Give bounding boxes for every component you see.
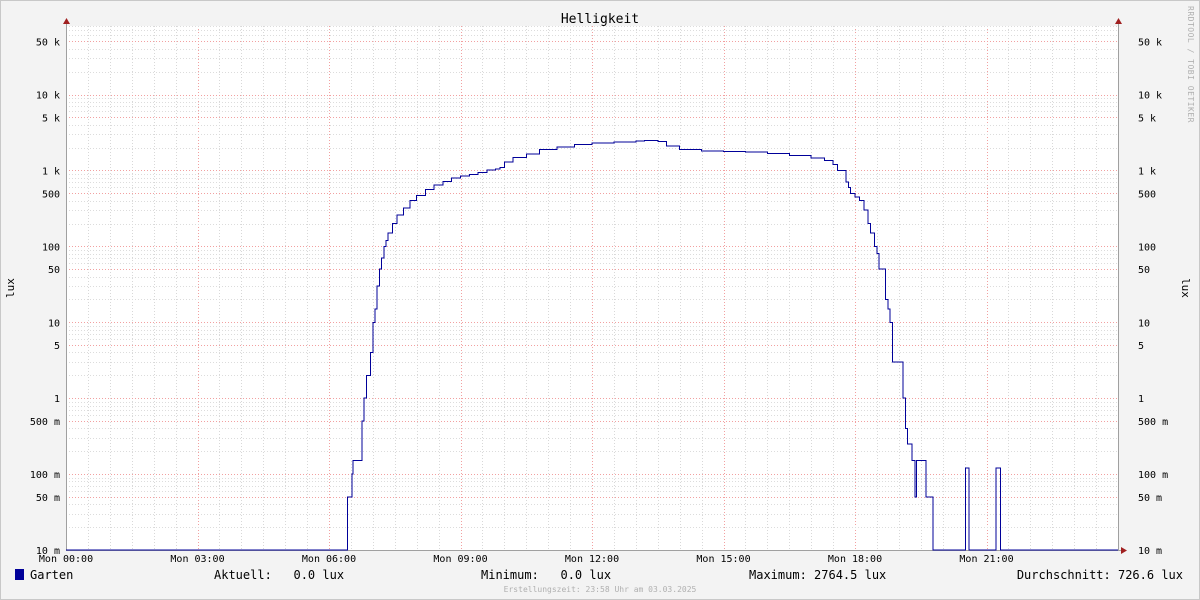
legend-current: Aktuell: 0.0 lux — [214, 568, 344, 582]
legend-series-name: Garten — [30, 568, 73, 582]
y-axis-arrow-left — [63, 18, 70, 24]
y-tick-label-right: 100 m — [1138, 470, 1168, 481]
y-tick-label-left: 500 — [42, 189, 60, 200]
y-axis-label-left: lux — [4, 278, 17, 298]
watermark: RRDTOOL / TOBI OETIKER — [1186, 6, 1195, 123]
legend-average: Durchschnitt: 726.6 lux — [1017, 568, 1183, 582]
y-tick-label-right: 50 m — [1138, 493, 1162, 504]
legend-minimum: Minimum: 0.0 lux — [481, 568, 611, 582]
y-tick-label-right: 10 k — [1138, 91, 1162, 102]
x-tick-label: Mon 15:00 — [696, 554, 750, 565]
x-axis-arrow — [1121, 547, 1127, 554]
x-tick-label: Mon 03:00 — [170, 554, 224, 565]
y-tick-label-right: 500 — [1138, 189, 1156, 200]
y-tick-label-left: 1 — [54, 394, 60, 405]
x-tick-label: Mon 00:00 — [39, 554, 93, 565]
y-ticks-left: 50 k 10 k 5 k 1 k 500 100 50 10 5 1 500 m 100 m 50 m… — [30, 37, 60, 557]
y-tick-label-right: 10 — [1138, 318, 1150, 329]
y-tick-label-right: 10 m — [1138, 546, 1162, 557]
y-tick-label-right: 500 m — [1138, 417, 1168, 428]
x-tick-label: Mon 21:00 — [959, 554, 1013, 565]
legend-swatch — [15, 569, 24, 580]
footer-timestamp: Erstellungszeit: 23:58 Uhr am 03.03.2025 — [504, 585, 697, 594]
y-tick-label-left: 50 k — [36, 37, 60, 48]
y-tick-label-left: 500 m — [30, 417, 60, 428]
y-ticks-right: 50 k 10 k 5 k 1 k 500 100 50 10 5 1 500 m 100 m 50 m… — [1138, 37, 1168, 557]
y-tick-label-left: 100 m — [30, 470, 60, 481]
legend-maximum: Maximum: 2764.5 lux — [749, 568, 886, 582]
y-tick-label-right: 1 k — [1138, 166, 1156, 177]
y-tick-label-left: 10 k — [36, 91, 60, 102]
y-tick-label-left: 10 — [48, 318, 60, 329]
y-tick-label-left: 50 — [48, 265, 60, 276]
y-tick-label-right: 1 — [1138, 394, 1144, 405]
y-tick-label-left: 5 — [54, 341, 60, 352]
y-tick-label-left: 100 — [42, 242, 60, 253]
x-tick-label: Mon 18:00 — [828, 554, 882, 565]
y-tick-label-right: 100 — [1138, 242, 1156, 253]
y-tick-label-right: 5 k — [1138, 113, 1156, 124]
y-tick-label-left: 5 k — [42, 113, 60, 124]
y-tick-label-right: 50 k — [1138, 37, 1162, 48]
x-tick-label: Mon 09:00 — [433, 554, 487, 565]
x-tick-label: Mon 06:00 — [302, 554, 356, 565]
chart-title: Helligkeit — [561, 12, 639, 27]
x-tick-label: Mon 12:00 — [565, 554, 619, 565]
y-tick-label-left: 1 k — [42, 166, 60, 177]
y-axis-arrow-right — [1115, 18, 1122, 24]
y-tick-label-right: 50 — [1138, 265, 1150, 276]
y-axis-label-right: lux — [1179, 278, 1192, 298]
brightness-chart: 50 k 10 k 5 k 1 k 500 100 50 10 5 1 500 m 100 m 50 m… — [4, 6, 1195, 594]
x-ticks: Mon 00:00 Mon 03:00 Mon 06:00 Mon 09:00 Mon … — [39, 554, 1014, 565]
y-tick-label-left: 50 m — [36, 493, 60, 504]
y-tick-label-right: 5 — [1138, 341, 1144, 352]
